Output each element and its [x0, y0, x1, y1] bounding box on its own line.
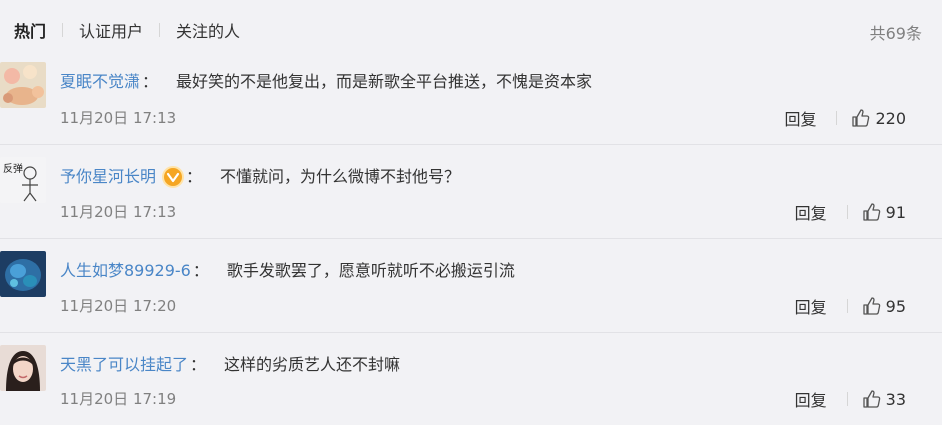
tab-following[interactable]: 关注的人 [176, 18, 240, 42]
like-button[interactable]: 220 [851, 108, 906, 128]
comment-item: 反弹 予你星河长明 ： 不懂就问，为什么微博不封他号？ 11月20日 17:13… [0, 144, 942, 238]
comment-line: 予你星河长明 ： 不懂就问，为什么微博不封他号？ [60, 165, 460, 189]
comment-actions: 回复 220 [784, 106, 906, 130]
avatar[interactable] [0, 62, 46, 108]
avatar[interactable]: 反弹 [0, 157, 46, 203]
colon: ： [142, 72, 159, 91]
action-divider [846, 299, 848, 313]
comment-actions: 回复 33 [795, 387, 906, 411]
total-count: 共69条 [869, 24, 922, 43]
thumbs-up-icon [852, 109, 870, 127]
comment-line: 夏眠不觉潇 ： 最好笑的不是他复出，而是新歌全平台推送，不愧是资本家 [60, 70, 592, 94]
reply-button[interactable]: 回复 [784, 106, 816, 130]
action-divider [846, 392, 848, 406]
colon: ： [192, 261, 209, 280]
like-count: 91 [885, 202, 906, 222]
reply-button[interactable]: 回复 [795, 200, 827, 224]
comment-panel: 热门 认证用户 关注的人 共69条 夏眠不觉潇 ： 最好笑的不是他复出，而是新歌… [0, 0, 942, 425]
reply-button[interactable]: 回复 [795, 387, 827, 411]
tab-divider [159, 23, 161, 37]
username[interactable]: 天黑了可以挂起了 [60, 353, 188, 377]
colon: ： [190, 355, 207, 374]
comment-item: 天黑了可以挂起了 ： 这样的劣质艺人还不封嘛 11月20日 17:19 回复 3… [0, 332, 942, 425]
comment-line: 人生如梦89929-6 ： 歌手发歌罢了，愿意听就听不必搬运引流 [60, 259, 515, 283]
comment-item: 夏眠不觉潇 ： 最好笑的不是他复出，而是新歌全平台推送，不愧是资本家 11月20… [0, 52, 942, 144]
thumbs-up-icon [862, 390, 880, 408]
username[interactable]: 人生如梦89929-6 [60, 259, 191, 283]
action-divider [846, 205, 848, 219]
avatar[interactable] [0, 251, 46, 297]
verified-badge-icon [162, 166, 185, 188]
comment-text: 歌手发歌罢了，愿意听就听不必搬运引流 [226, 261, 515, 280]
comment-time: 11月20日 17:19 [60, 390, 177, 408]
comment-time: 11月20日 17:13 [60, 109, 177, 127]
thumbs-up-icon [862, 297, 880, 315]
colon: ： [186, 167, 203, 186]
username[interactable]: 予你星河长明 [60, 165, 156, 189]
reply-button[interactable]: 回复 [795, 294, 827, 318]
tab-divider [62, 23, 64, 37]
comment-time: 11月20日 17:20 [60, 297, 177, 315]
like-button[interactable]: 33 [862, 389, 906, 409]
comment-text: 这样的劣质艺人还不封嘛 [224, 355, 401, 374]
like-count: 33 [885, 389, 906, 409]
comment-filter-tabs: 热门 认证用户 关注的人 共69条 [0, 0, 942, 60]
comment-item: 人生如梦89929-6 ： 歌手发歌罢了，愿意听就听不必搬运引流 11月20日 … [0, 238, 942, 332]
like-count: 95 [885, 296, 906, 316]
comment-text: 不懂就问，为什么微博不封他号？ [220, 167, 461, 186]
tab-verified-users[interactable]: 认证用户 [79, 18, 143, 42]
like-button[interactable]: 95 [862, 296, 906, 316]
like-button[interactable]: 91 [862, 202, 906, 222]
comment-actions: 回复 91 [795, 200, 906, 224]
avatar-text: 反弹 [3, 162, 23, 175]
comment-text: 最好笑的不是他复出，而是新歌全平台推送，不愧是资本家 [176, 72, 593, 91]
comment-actions: 回复 95 [795, 294, 906, 318]
like-count: 220 [875, 108, 906, 128]
comment-time: 11月20日 17:13 [60, 203, 177, 221]
username[interactable]: 夏眠不觉潇 [60, 70, 140, 94]
thumbs-up-icon [862, 203, 880, 221]
comment-line: 天黑了可以挂起了 ： 这样的劣质艺人还不封嘛 [60, 353, 400, 377]
tab-hot[interactable]: 热门 [14, 18, 46, 42]
avatar[interactable] [0, 345, 46, 391]
action-divider [836, 111, 838, 125]
